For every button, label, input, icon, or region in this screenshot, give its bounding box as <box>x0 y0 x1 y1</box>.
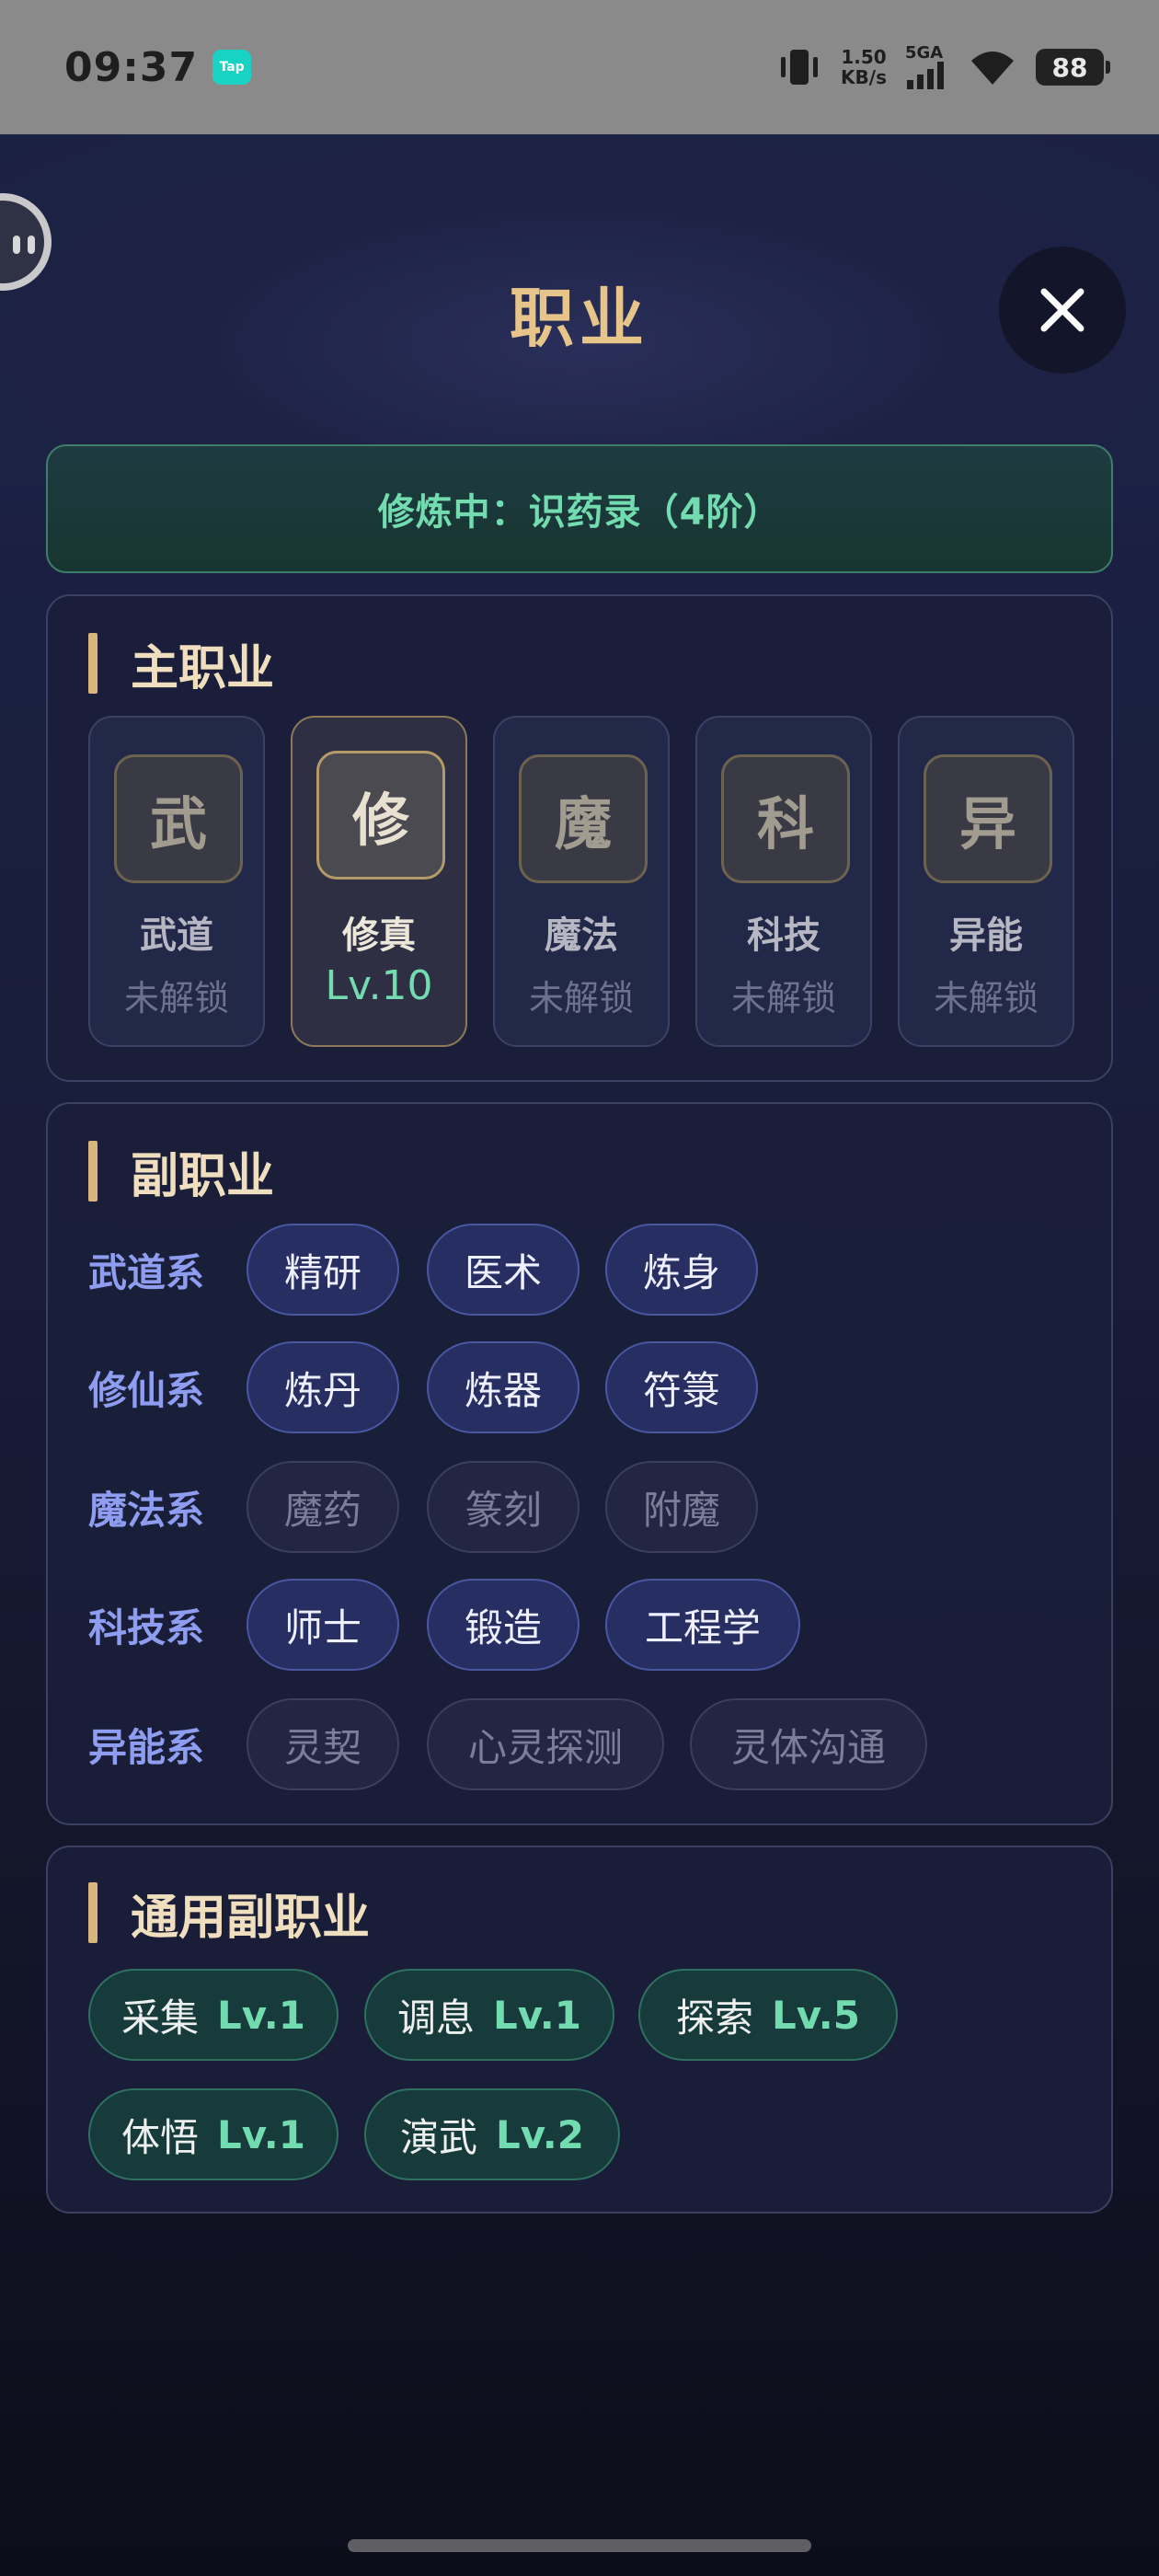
tap-app-icon: Tap <box>212 50 252 85</box>
network-speed: 1.50 KB/s <box>841 47 887 87</box>
main-job-mofa[interactable]: 魔 魔法 未解锁 <box>493 716 670 1047</box>
main-job-status: 未解锁 <box>123 978 229 1018</box>
sub-jobs-header: 副职业 <box>88 1141 274 1204</box>
general-job-name: 演武 <box>400 2114 478 2160</box>
page-title: 职业 <box>510 281 649 356</box>
main-job-keji[interactable]: 科 科技 未解锁 <box>695 716 872 1047</box>
close-icon <box>1040 288 1084 332</box>
yineng-icon: 异 <box>924 754 1052 883</box>
general-jobs-header: 通用副职业 <box>88 1882 370 1946</box>
vibrate-icon <box>781 50 819 85</box>
cultivation-status-banner: 修炼中：识药录（4阶） <box>46 444 1113 573</box>
sub-jobs-title: 副职业 <box>131 1148 275 1204</box>
main-job-wudao[interactable]: 武 武道 未解锁 <box>88 716 265 1047</box>
sub-job-pill-locked[interactable]: 篆刻 <box>427 1461 580 1553</box>
general-job-name: 体悟 <box>121 2114 200 2160</box>
sub-job-pill[interactable]: 医术 <box>427 1224 580 1316</box>
general-jobs-card: 通用副职业 采集 Lv.1 调息 Lv.1 探索 Lv.5 体悟 Lv.1 演武… <box>46 1846 1113 2214</box>
sub-row-label: 武道系 <box>88 1249 205 1295</box>
cellular-signal: 5GA <box>905 45 949 89</box>
speed-unit: KB/s <box>841 66 887 88</box>
sub-job-pill[interactable]: 锻造 <box>427 1579 580 1671</box>
general-job-level: Lv.5 <box>772 1992 860 2038</box>
network-type: 5GA <box>905 43 944 63</box>
signal-bars-icon <box>907 62 944 89</box>
main-job-name: 异能 <box>949 914 1023 957</box>
status-indicators: 1.50 KB/s 5GA 88 <box>776 0 1110 134</box>
sub-job-pill[interactable]: 符箓 <box>605 1341 758 1433</box>
general-job-pill[interactable]: 演武 Lv.2 <box>364 2088 620 2180</box>
main-jobs-title: 主职业 <box>131 640 275 696</box>
xiuzhen-icon: 修 <box>316 751 445 880</box>
title-accent-bar <box>88 1882 98 1943</box>
sub-row-label: 魔法系 <box>88 1487 205 1533</box>
main-jobs-header: 主职业 <box>88 633 274 696</box>
sub-job-pill[interactable]: 炼丹 <box>247 1341 399 1433</box>
general-job-level: Lv.1 <box>217 2111 305 2157</box>
sub-job-pill[interactable]: 工程学 <box>605 1579 800 1671</box>
general-jobs-title: 通用副职业 <box>131 1890 371 1946</box>
main-job-name: 修真 <box>342 914 416 957</box>
general-job-pill[interactable]: 体悟 Lv.1 <box>88 2088 339 2180</box>
general-job-level: Lv.1 <box>493 1992 581 2038</box>
general-job-name: 探索 <box>676 1995 754 2041</box>
keji-icon: 科 <box>721 754 850 883</box>
general-job-name: 采集 <box>121 1995 200 2041</box>
main-job-status: 未解锁 <box>933 978 1039 1018</box>
main-job-name: 魔法 <box>545 914 618 957</box>
main-job-yineng[interactable]: 异 异能 未解锁 <box>898 716 1074 1047</box>
main-job-name: 科技 <box>747 914 820 957</box>
speed-value: 1.50 <box>841 46 887 68</box>
battery-indicator: 88 <box>1036 49 1110 86</box>
main-jobs-card: 主职业 武 武道 未解锁 修 修真 Lv.10 魔 魔法 未解锁 科 科技 未解… <box>46 594 1113 1082</box>
wifi-icon <box>971 52 1014 85</box>
general-job-pill[interactable]: 调息 Lv.1 <box>364 1969 614 2061</box>
page: 09:37 Tap 1.50 KB/s 5GA 88 职业 修炼中：识药录（4阶… <box>0 0 1159 2576</box>
title-accent-bar <box>88 633 98 694</box>
eye-icon <box>13 236 20 254</box>
title-accent-bar <box>88 1141 98 1202</box>
sub-row-label: 异能系 <box>88 1724 205 1770</box>
main-job-xiuzhen[interactable]: 修 修真 Lv.10 <box>291 716 467 1047</box>
main-job-level: Lv.10 <box>325 962 433 1009</box>
sub-job-pill[interactable]: 师士 <box>247 1579 399 1671</box>
general-job-name: 调息 <box>397 1995 476 2041</box>
general-job-pill[interactable]: 探索 Lv.5 <box>638 1969 898 2061</box>
main-job-status: 未解锁 <box>528 978 634 1018</box>
home-indicator[interactable] <box>348 2539 811 2552</box>
wudao-icon: 武 <box>114 754 243 883</box>
sub-row-label: 修仙系 <box>88 1367 205 1413</box>
sub-job-pill[interactable]: 精研 <box>247 1224 399 1316</box>
sub-job-pill-locked[interactable]: 心灵探测 <box>427 1698 664 1790</box>
main-job-name: 武道 <box>140 914 213 957</box>
general-job-pill[interactable]: 采集 Lv.1 <box>88 1969 339 2061</box>
main-job-status: 未解锁 <box>730 978 836 1018</box>
general-job-level: Lv.1 <box>217 1992 305 2038</box>
general-job-level: Lv.2 <box>496 2111 584 2157</box>
sub-job-pill-locked[interactable]: 灵契 <box>247 1698 399 1790</box>
eye-icon <box>28 236 35 254</box>
sub-jobs-card: 副职业 武道系 精研 医术 炼身 修仙系 炼丹 炼器 符箓 魔法系 魔药 篆刻 … <box>46 1102 1113 1825</box>
sub-job-pill-locked[interactable]: 魔药 <box>247 1461 399 1553</box>
status-time: 09:37 <box>64 43 199 91</box>
sub-job-pill[interactable]: 炼器 <box>427 1341 580 1433</box>
sub-job-pill[interactable]: 炼身 <box>605 1224 758 1316</box>
sub-job-pill-locked[interactable]: 附魔 <box>605 1461 758 1553</box>
mofa-icon: 魔 <box>519 754 648 883</box>
status-bar: 09:37 Tap 1.50 KB/s 5GA 88 <box>0 0 1159 134</box>
close-button[interactable] <box>999 247 1126 374</box>
sub-row-label: 科技系 <box>88 1604 205 1650</box>
sub-job-pill-locked[interactable]: 灵体沟通 <box>690 1698 927 1790</box>
